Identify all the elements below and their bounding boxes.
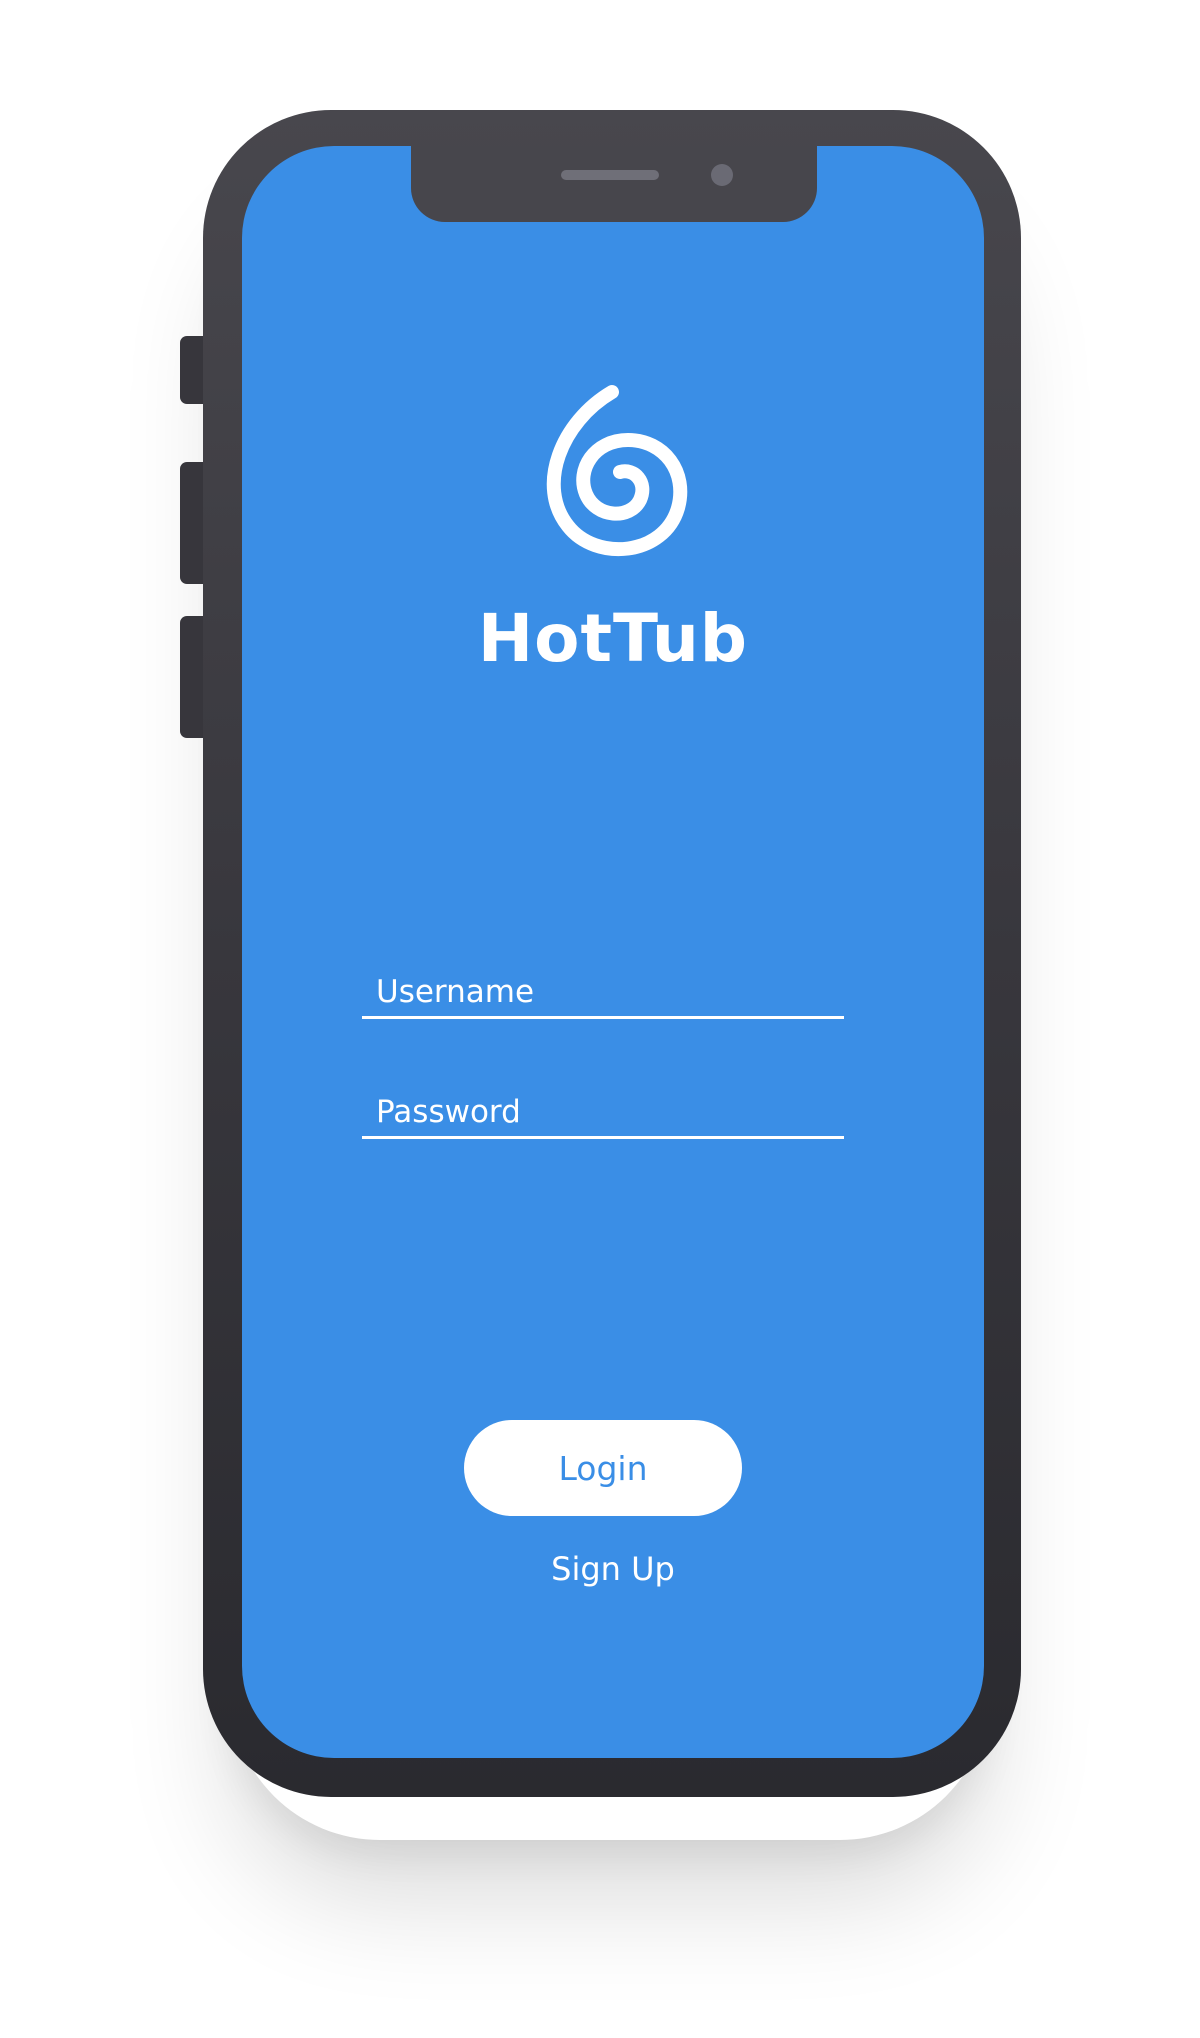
speaker-grille (561, 170, 659, 180)
login-button[interactable]: Login (464, 1420, 742, 1516)
password-input[interactable] (376, 1094, 836, 1130)
phone-notch (411, 146, 817, 222)
front-camera (711, 164, 733, 186)
spiral-icon (546, 385, 688, 557)
password-field (362, 1074, 844, 1139)
username-input[interactable] (376, 974, 836, 1010)
phone-frame: HotTub Login Sign Up (203, 110, 1021, 1797)
username-field (362, 954, 844, 1019)
sign-up-link[interactable]: Sign Up (242, 1550, 984, 1588)
app-title: HotTub (477, 600, 749, 677)
canvas: HotTub Login Sign Up (0, 0, 1200, 2038)
login-screen: HotTub Login Sign Up (242, 146, 984, 1758)
